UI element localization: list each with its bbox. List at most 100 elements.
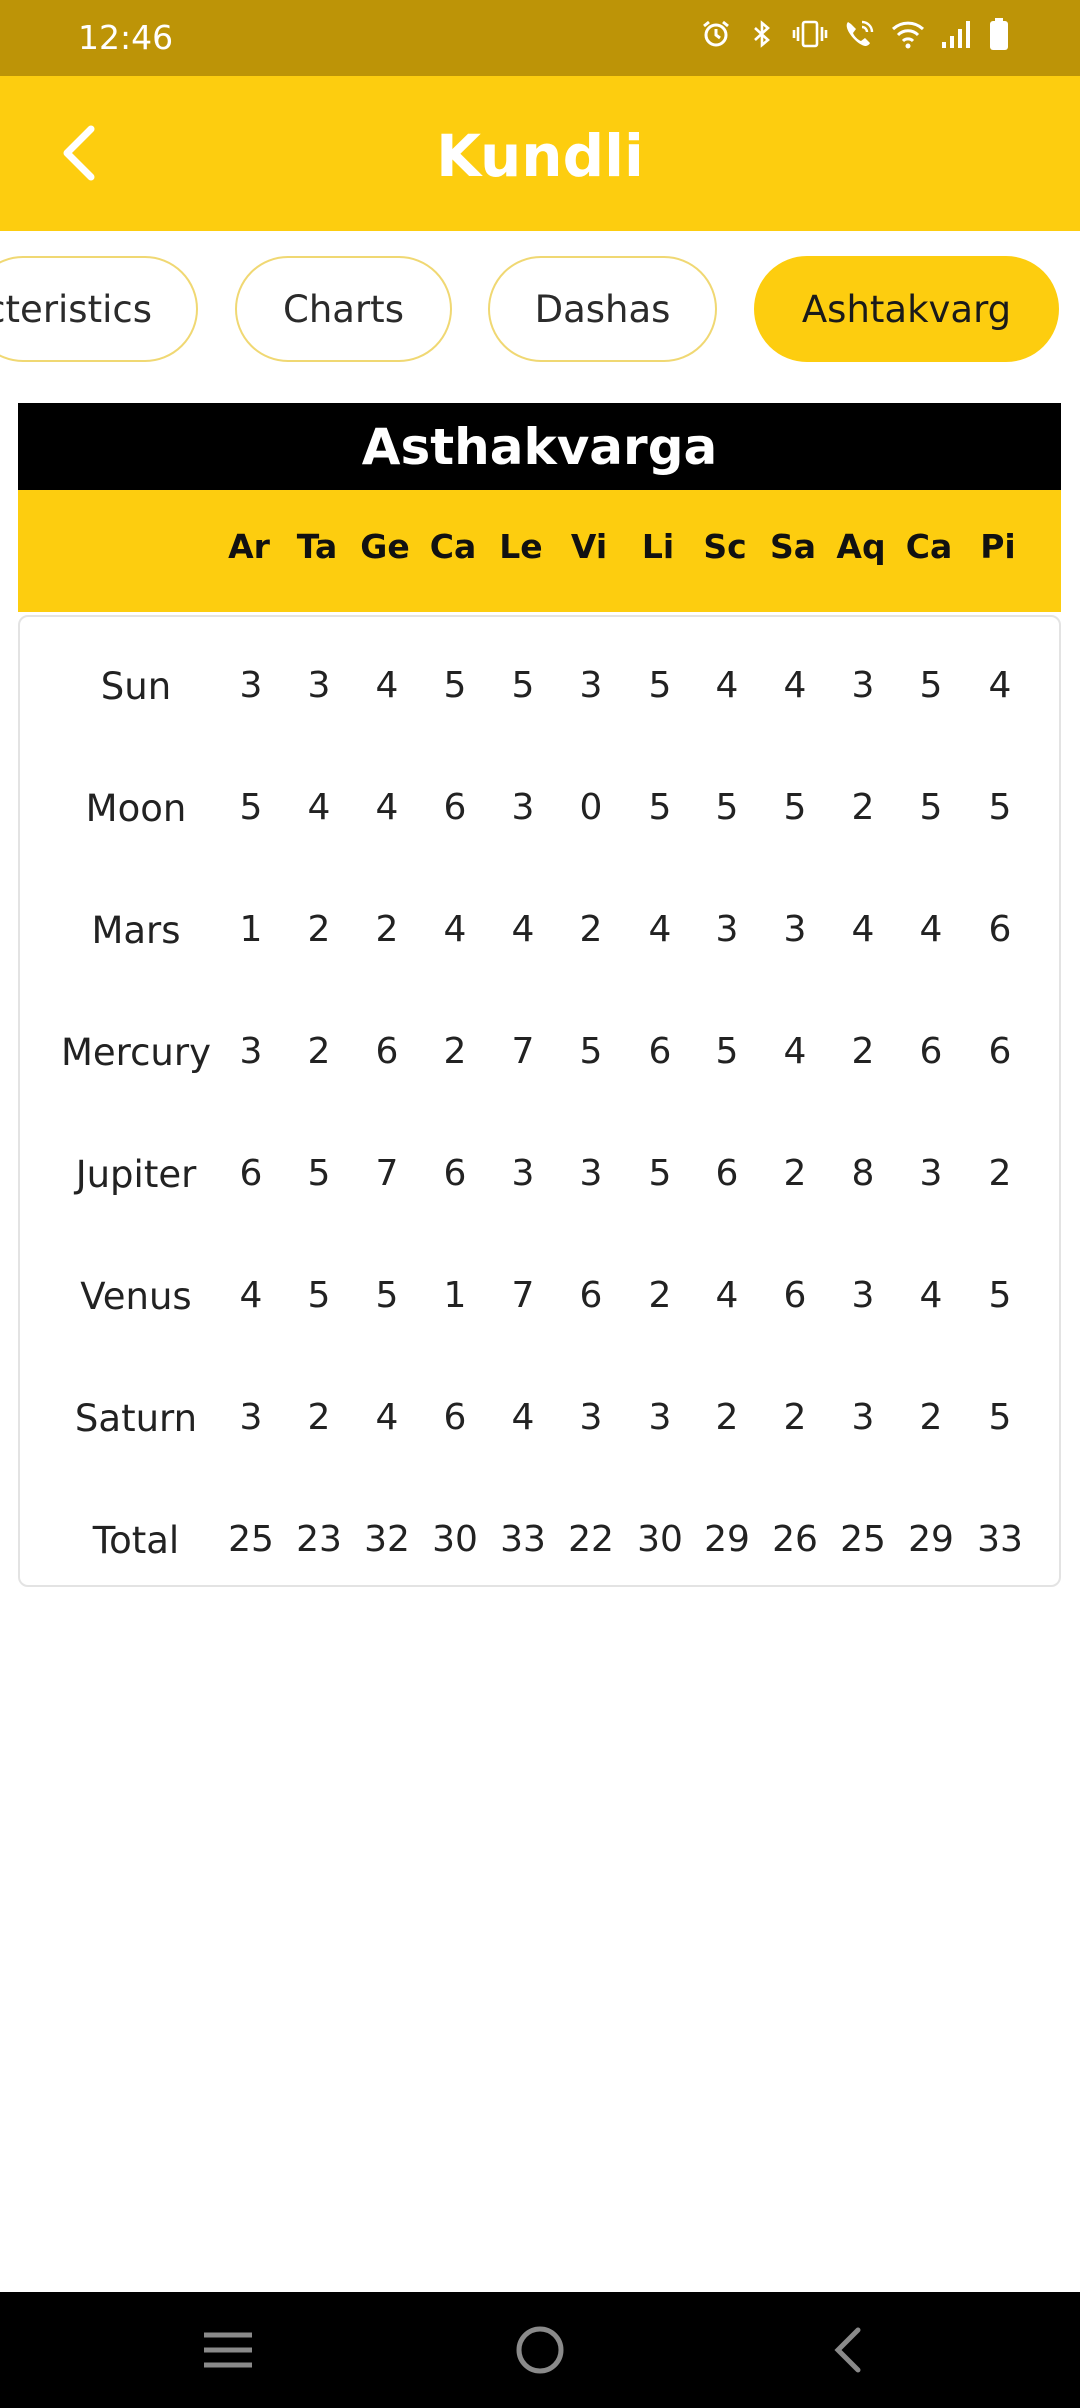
table-cell: 5 (919, 665, 943, 706)
column-header: Ta (296, 527, 338, 566)
tab-label: Characteristics (0, 287, 152, 331)
table-cell: 33 (977, 1519, 1023, 1560)
table-row: Mars 1 2 2 4 4 2 4 3 3 4 4 6 (20, 891, 1059, 971)
table-cell: 3 (715, 909, 739, 950)
tab-label: Charts (283, 287, 404, 331)
table-cell: 2 (579, 909, 603, 950)
table-cell: 6 (919, 1031, 943, 1072)
row-label: Mercury (61, 1031, 211, 1074)
table-cell: 4 (919, 909, 943, 950)
alarm-icon (700, 18, 732, 50)
table-cell: 25 (840, 1519, 886, 1560)
table-cell: 6 (443, 1397, 467, 1438)
table-cell: 3 (783, 909, 807, 950)
page-title: Kundli (436, 122, 644, 190)
table-row: Saturn 3 2 4 6 4 3 3 2 2 3 2 5 (20, 1379, 1059, 1459)
table-cell: 6 (715, 1153, 739, 1194)
table-cell: 5 (579, 1031, 603, 1072)
table-cell: 5 (648, 787, 672, 828)
table-row: Jupiter 6 5 7 6 3 3 5 6 2 8 3 2 (20, 1135, 1059, 1215)
column-header: Li (641, 527, 675, 566)
table-cell: 2 (988, 1153, 1012, 1194)
table-title: Asthakvarga (18, 403, 1061, 490)
table-cell: 3 (239, 1031, 263, 1072)
row-label: Mars (91, 909, 181, 952)
table-cell: 4 (511, 909, 535, 950)
table-cell: 30 (637, 1519, 683, 1560)
table-cell: 5 (511, 665, 535, 706)
table-cell: 4 (715, 1275, 739, 1316)
signal-icon (940, 18, 974, 50)
table-cell: 4 (375, 1397, 399, 1438)
table-cell: 4 (783, 665, 807, 706)
table-cell: 32 (364, 1519, 410, 1560)
table-cell: 3 (511, 787, 535, 828)
tab-dashas[interactable]: Dashas (488, 256, 717, 362)
column-header: Le (499, 527, 543, 566)
battery-icon (988, 17, 1010, 51)
tab-label: Ashtakvarg (801, 287, 1012, 331)
tab-characteristics[interactable]: Characteristics (0, 256, 198, 362)
table-cell: 5 (715, 1031, 739, 1072)
table-cell: 4 (307, 787, 331, 828)
menu-icon (204, 2332, 252, 2368)
table-cell: 2 (851, 787, 875, 828)
table-cell: 7 (375, 1153, 399, 1194)
column-header: Sa (769, 527, 817, 566)
table-cell: 5 (988, 1397, 1012, 1438)
table-cell: 3 (579, 1397, 603, 1438)
row-label: Venus (80, 1275, 192, 1318)
table-cell: 8 (851, 1153, 875, 1194)
table-cell: 6 (579, 1275, 603, 1316)
table-cell: 3 (648, 1397, 672, 1438)
column-header: Aq (836, 527, 886, 566)
column-header: Sc (703, 527, 747, 566)
row-label: Saturn (74, 1397, 198, 1440)
table-row: Moon 5 4 4 6 3 0 5 5 5 2 5 5 (20, 769, 1059, 849)
tab-strip[interactable]: Characteristics Charts Dashas Ashtakvarg (0, 256, 1080, 362)
table-row: Total 25 23 32 30 33 22 30 29 26 25 29 33 (20, 1501, 1059, 1581)
back-icon (834, 2327, 861, 2373)
table-cell: 2 (375, 909, 399, 950)
table-cell: 6 (239, 1153, 263, 1194)
table-cell: 5 (648, 1153, 672, 1194)
status-time: 12:46 (78, 18, 174, 57)
table-cell: 2 (648, 1275, 672, 1316)
table-cell: 6 (783, 1275, 807, 1316)
status-icons (700, 17, 1010, 51)
table-cell: 3 (579, 665, 603, 706)
table-cell: 2 (919, 1397, 943, 1438)
table-cell: 22 (568, 1519, 614, 1560)
table-cell: 4 (443, 909, 467, 950)
table-cell: 4 (783, 1031, 807, 1072)
table-cell: 7 (511, 1275, 535, 1316)
table-cell: 5 (648, 665, 672, 706)
system-nav-bar (0, 2292, 1080, 2408)
table-cell: 6 (375, 1031, 399, 1072)
table-cell: 23 (296, 1519, 342, 1560)
table-header-row: Ar Ta Ge Ca Le Vi Li Sc Sa Aq Ca Pi (18, 490, 1061, 612)
table-cell: 30 (432, 1519, 478, 1560)
status-bar: 12:46 (0, 0, 1080, 76)
table-cell: 6 (443, 1153, 467, 1194)
ashtakvarga-table: Sun 3 3 4 5 5 3 5 4 4 3 5 4 Moon 5 4 4 6 3 0 5 5 5 2 5 5 Mars 1 2 2 4 4… (18, 615, 1061, 1587)
back-nav-button[interactable] (808, 2318, 888, 2382)
table-cell: 3 (919, 1153, 943, 1194)
home-button[interactable] (500, 2318, 580, 2382)
row-label: Jupiter (75, 1153, 197, 1196)
table-cell: 7 (511, 1031, 535, 1072)
table-cell: 25 (228, 1519, 274, 1560)
tab-charts[interactable]: Charts (235, 256, 452, 362)
table-cell: 4 (988, 665, 1012, 706)
table-row: Sun 3 3 4 5 5 3 5 4 4 3 5 4 (20, 647, 1059, 727)
column-header: Ca (429, 527, 477, 566)
table-cell: 5 (783, 787, 807, 828)
column-header: Ge (360, 527, 410, 566)
table-cell: 3 (851, 665, 875, 706)
wifi-calling-icon (842, 18, 876, 50)
table-cell: 6 (988, 909, 1012, 950)
tab-ashtakvarg[interactable]: Ashtakvarg (754, 256, 1059, 362)
recents-button[interactable] (188, 2318, 268, 2382)
table-cell: 1 (239, 909, 263, 950)
tab-label: Dashas (534, 287, 671, 331)
